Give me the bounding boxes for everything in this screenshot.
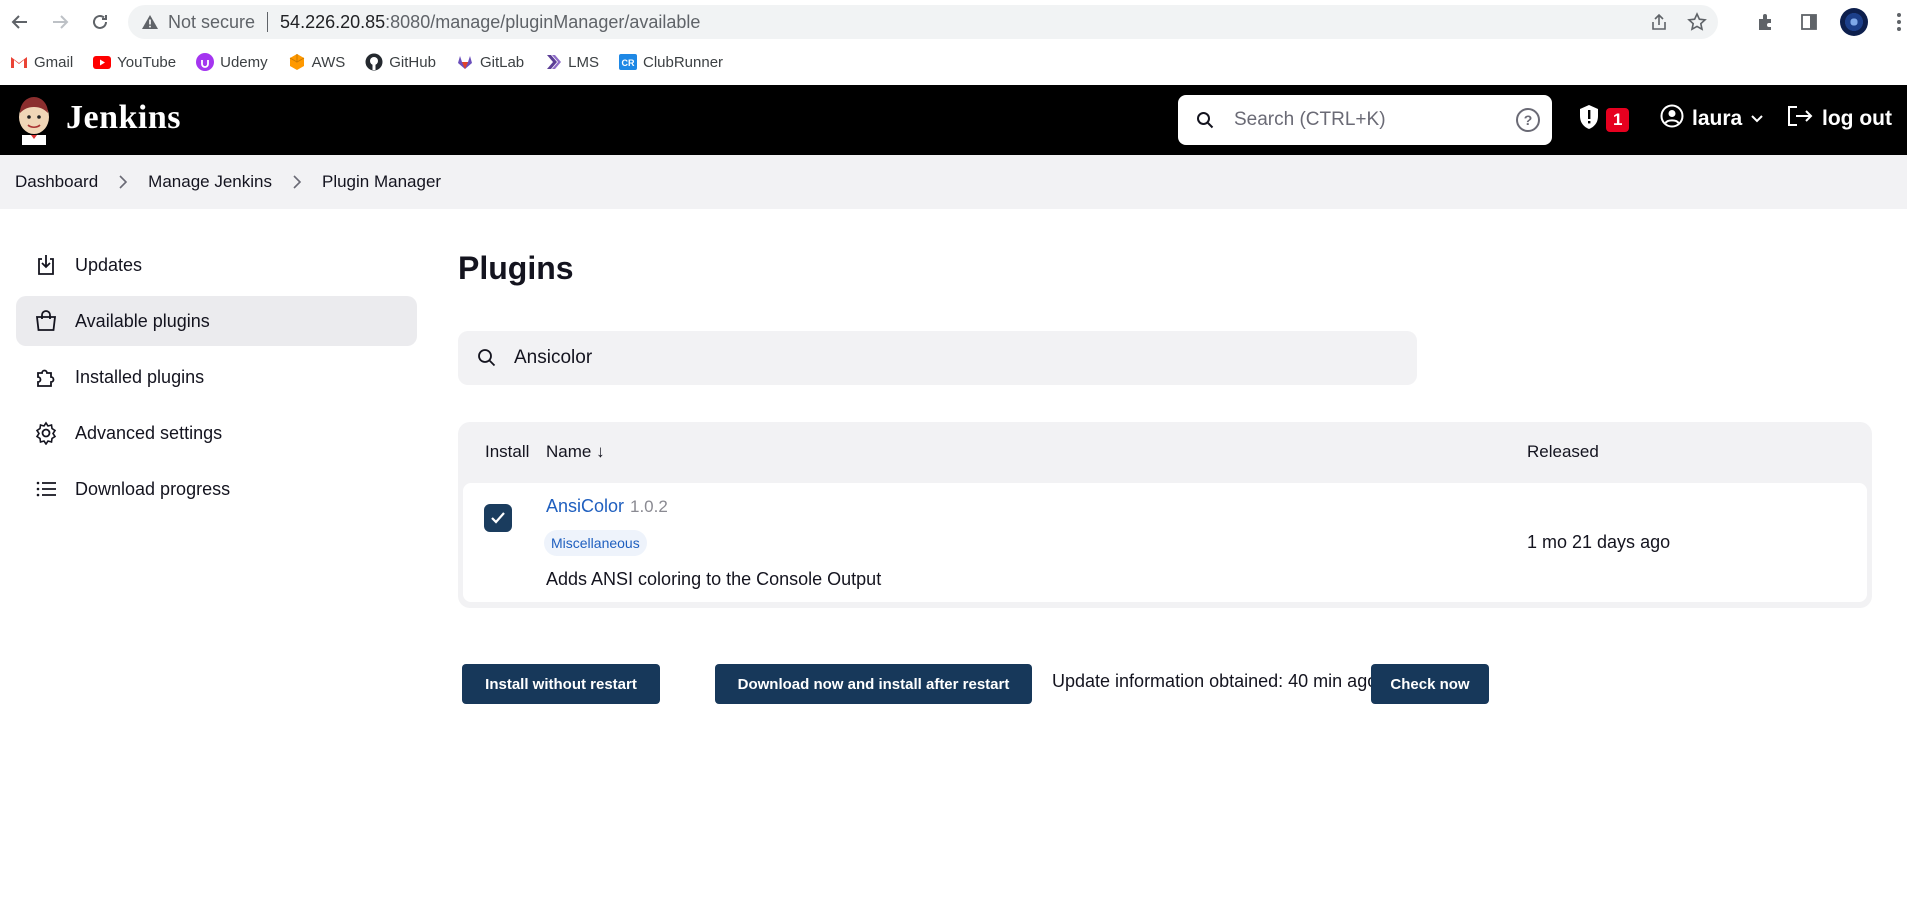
- search-icon: [476, 347, 498, 369]
- svg-text:CR: CR: [622, 58, 635, 68]
- bookmark-github[interactable]: GitHub: [365, 53, 436, 71]
- bookmark-udemy[interactable]: Udemy: [196, 53, 268, 71]
- plugin-released: 1 mo 21 days ago: [1527, 532, 1671, 552]
- sidebar-item-label: Available plugins: [75, 310, 210, 331]
- sidebar-item-download-progress[interactable]: Download progress: [16, 464, 417, 514]
- jenkins-header: Jenkins Search (CTRL+K) ? 1 laura log ou…: [0, 85, 1907, 155]
- share-icon[interactable]: [1648, 11, 1670, 33]
- plugins-table: Install Name ↓ Released AnsiColor 1.0.2 …: [458, 422, 1872, 608]
- search-icon: [1194, 109, 1216, 131]
- clubrunner-icon: CR: [619, 53, 637, 71]
- user-menu[interactable]: laura: [1660, 104, 1764, 134]
- table-row: AnsiColor 1.0.2 Miscellaneous Adds ANSI …: [463, 483, 1867, 602]
- not-secure-label: Not secure: [168, 11, 256, 32]
- puzzle-icon: [32, 363, 60, 391]
- user-icon: [1660, 104, 1684, 134]
- sidebar-item-advanced-settings[interactable]: Advanced settings: [16, 408, 417, 458]
- omnibox-divider: [267, 12, 269, 32]
- breadcrumb-plugin-manager[interactable]: Plugin Manager: [322, 172, 441, 192]
- logout-label: log out: [1822, 107, 1892, 130]
- shield-icon: [1578, 104, 1600, 135]
- column-header-released[interactable]: Released: [1527, 442, 1599, 462]
- plugin-category-tag[interactable]: Miscellaneous: [544, 530, 647, 556]
- breadcrumb-manage-jenkins[interactable]: Manage Jenkins: [148, 172, 272, 192]
- udemy-icon: [196, 53, 215, 71]
- sidebar-item-updates[interactable]: Updates: [16, 240, 417, 290]
- install-without-restart-button[interactable]: Install without restart: [462, 664, 660, 704]
- column-header-name[interactable]: Name ↓: [546, 442, 605, 462]
- sidebar-item-label: Download progress: [75, 478, 231, 499]
- column-header-install: Install: [485, 442, 530, 461]
- aws-icon: [288, 53, 306, 71]
- sidebar-item-label: Installed plugins: [75, 366, 205, 387]
- help-icon[interactable]: ?: [1516, 108, 1540, 132]
- warning-icon: [140, 12, 160, 32]
- profile-avatar[interactable]: [1840, 8, 1868, 36]
- bookmark-aws[interactable]: AWS: [288, 53, 345, 71]
- back-icon[interactable]: [6, 8, 34, 36]
- jenkins-logo-icon[interactable]: [14, 95, 54, 145]
- bookmark-youtube[interactable]: YouTube: [93, 53, 176, 71]
- lms-icon: [544, 53, 562, 71]
- plugin-filter-field[interactable]: Ansicolor: [458, 331, 1417, 385]
- user-name: laura: [1692, 107, 1743, 130]
- gmail-icon: [10, 53, 28, 71]
- install-checkbox[interactable]: [484, 504, 512, 532]
- plugin-filter-input[interactable]: Ansicolor: [514, 347, 592, 369]
- sidebar-item-label: Advanced settings: [75, 422, 223, 443]
- security-count-badge: 1: [1606, 107, 1630, 132]
- url-host: 54.226.20.85: [280, 11, 386, 32]
- sidebar-item-installed-plugins[interactable]: Installed plugins: [16, 352, 417, 402]
- plugin-name-link[interactable]: AnsiColor: [546, 496, 624, 517]
- logout-link[interactable]: log out: [1786, 104, 1892, 134]
- sidebar-item-label: Updates: [75, 254, 143, 275]
- url-path: :8080/manage/pluginManager/available: [385, 11, 701, 32]
- logout-icon: [1786, 104, 1814, 134]
- address-bar[interactable]: Not secure 54.226.20.85 :8080/manage/plu…: [128, 5, 1718, 39]
- shopping-bag-icon: [32, 307, 60, 335]
- extensions-icon[interactable]: [1752, 9, 1778, 35]
- jenkins-title[interactable]: Jenkins: [66, 99, 181, 137]
- plugin-description: Adds ANSI coloring to the Console Output: [546, 569, 882, 589]
- page-title: Plugins: [458, 250, 574, 286]
- breadcrumb-dashboard[interactable]: Dashboard: [15, 172, 98, 192]
- bookmark-gmail[interactable]: Gmail: [10, 53, 73, 71]
- bookmark-lms[interactable]: LMS: [544, 53, 599, 71]
- security-alerts[interactable]: 1: [1578, 104, 1630, 135]
- side-panel-icon[interactable]: [1796, 9, 1822, 35]
- sidebar-item-available-plugins[interactable]: Available plugins: [16, 296, 417, 346]
- download-install-after-restart-button[interactable]: Download now and install after restart: [715, 664, 1032, 704]
- download-icon: [32, 251, 60, 279]
- check-now-button[interactable]: Check now: [1371, 664, 1489, 704]
- browser-toolbar: Not secure 54.226.20.85 :8080/manage/plu…: [0, 0, 1907, 85]
- breadcrumb: Dashboard Manage Jenkins Plugin Manager: [0, 155, 1907, 209]
- update-info-text: Update information obtained: 40 min ago: [1052, 671, 1378, 691]
- chevron-down-icon: [1750, 107, 1764, 131]
- checkmark-icon: [491, 512, 505, 524]
- list-icon: [32, 475, 60, 503]
- github-icon: [365, 53, 383, 71]
- search-box[interactable]: Search (CTRL+K) ?: [1178, 95, 1552, 145]
- chevron-right-icon: [290, 175, 304, 189]
- bookmarks-bar: Gmail YouTube Udemy AWS GitHub GitLab LM…: [10, 50, 723, 74]
- gear-icon: [32, 419, 60, 447]
- search-input[interactable]: Search (CTRL+K): [1234, 109, 1516, 131]
- bookmark-gitlab[interactable]: GitLab: [456, 53, 524, 71]
- bookmark-star-icon[interactable]: [1686, 11, 1708, 33]
- forward-icon[interactable]: [46, 8, 74, 36]
- sidebar: Updates Available plugins Installed plug…: [16, 240, 417, 520]
- reload-icon[interactable]: [86, 8, 114, 36]
- chevron-right-icon: [116, 175, 130, 189]
- youtube-icon: [93, 53, 112, 71]
- plugin-version: 1.0.2: [630, 497, 668, 516]
- bookmark-clubrunner[interactable]: CR ClubRunner: [619, 53, 723, 71]
- browser-menu-icon[interactable]: [1886, 9, 1907, 35]
- gitlab-icon: [456, 53, 474, 71]
